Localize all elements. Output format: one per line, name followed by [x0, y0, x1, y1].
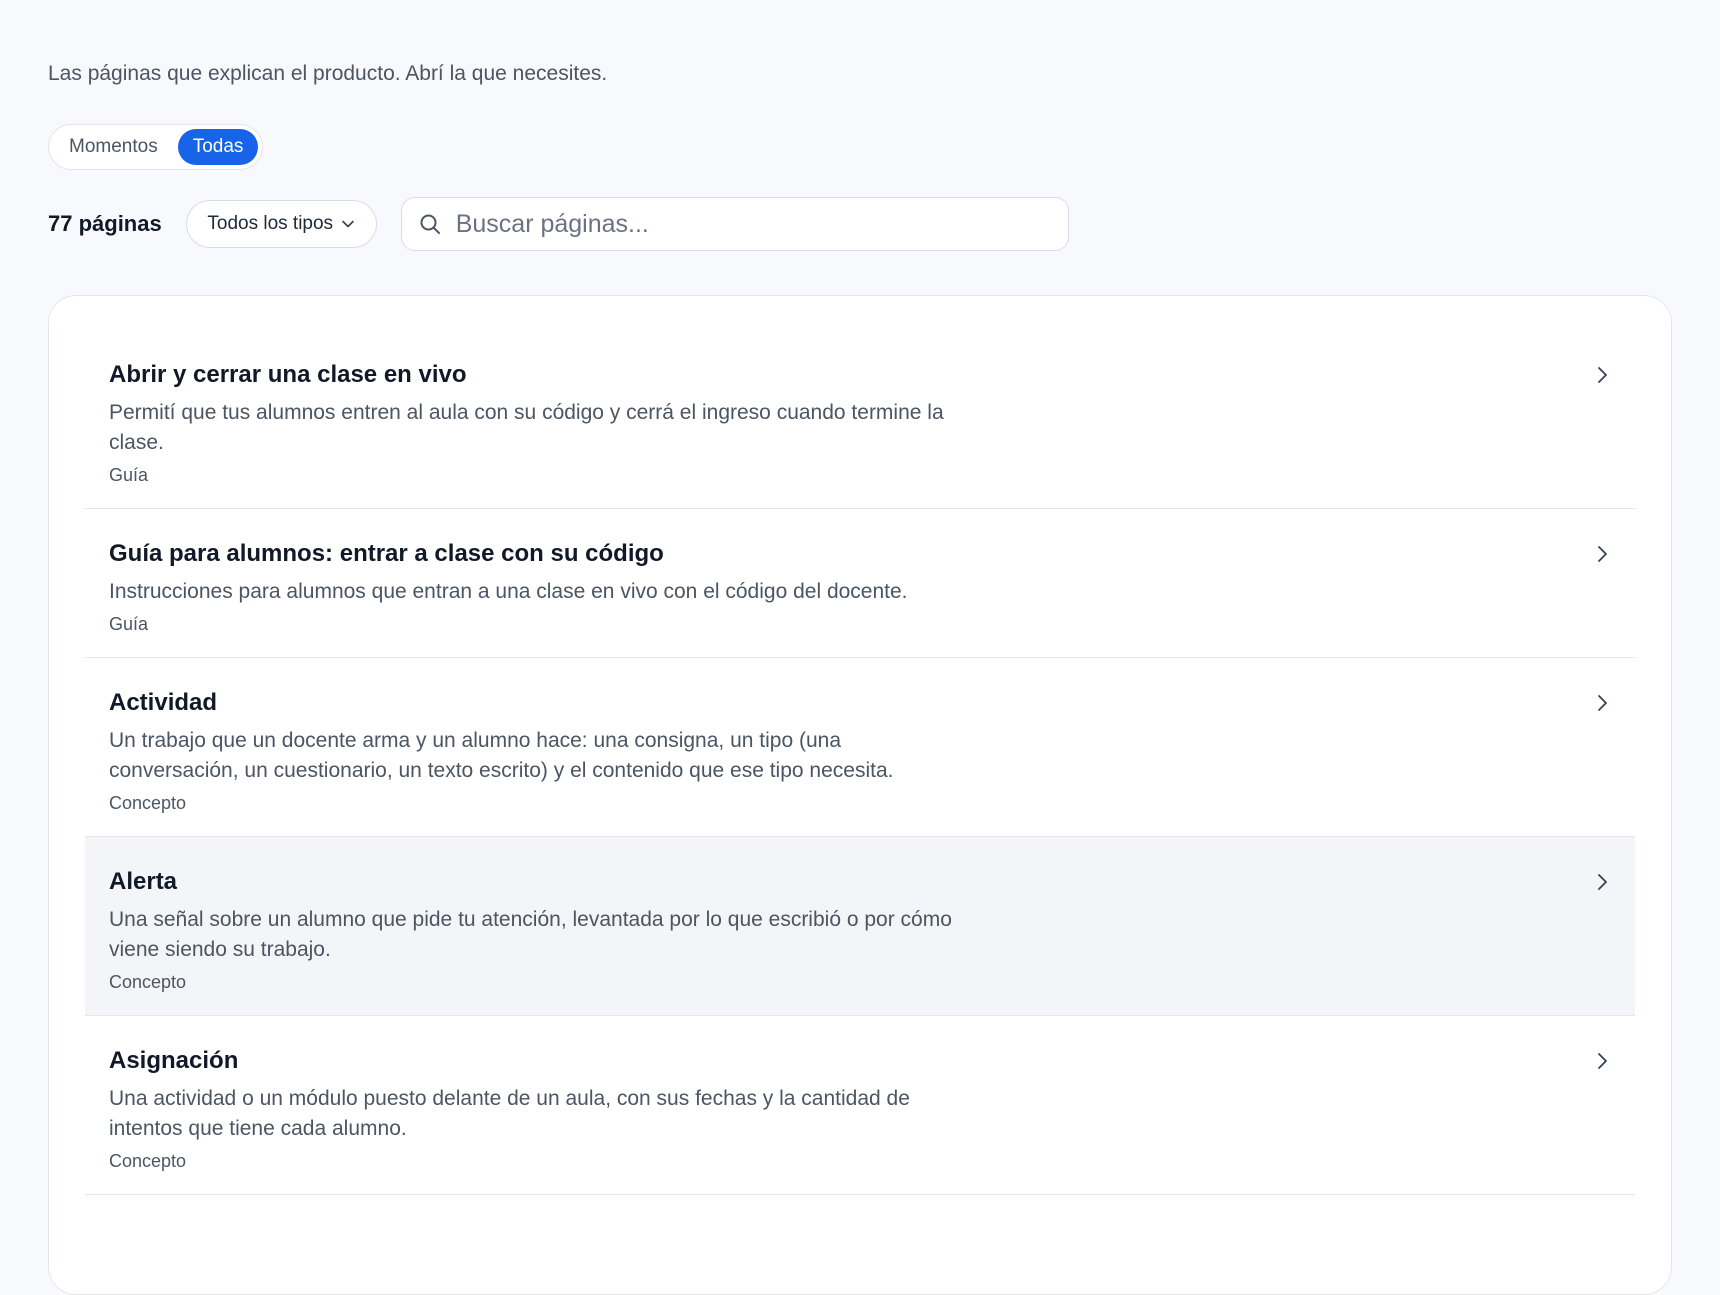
page-type: Concepto: [109, 1151, 187, 1171]
intro-text: Las páginas que explican el producto. Ab…: [48, 62, 608, 85]
page-title: Actividad: [109, 689, 218, 716]
page-type: Concepto: [109, 793, 187, 813]
chevron-right-icon: [1595, 366, 1609, 384]
list-item[interactable]: Abrir y cerrar una clase en vivo Permití…: [85, 330, 1635, 509]
toggle-todas[interactable]: Todas: [177, 129, 259, 165]
list-item[interactable]: Actividad Un trabajo que un docente arma…: [85, 658, 1635, 837]
page-description: Un trabajo que un docente arma y un alum…: [109, 729, 894, 782]
list-item[interactable]: Alerta Una señal sobre un alumno que pid…: [85, 837, 1635, 1016]
page-count: 77 páginas: [48, 211, 162, 236]
view-toggle: Momentos Todas: [48, 124, 264, 170]
page-description: Una señal sobre un alumno que pide tu at…: [109, 908, 952, 961]
list-item[interactable]: Guía para alumnos: entrar a clase con su…: [85, 509, 1635, 658]
page-title: Alerta: [109, 868, 178, 895]
chevron-right-icon: [1595, 873, 1609, 891]
page-description: Permití que tus alumnos entren al aula c…: [109, 401, 944, 454]
page-description: Una actividad o un módulo puesto delante…: [109, 1087, 910, 1140]
pages-list: Abrir y cerrar una clase en vivo Permití…: [48, 295, 1672, 1295]
list-item[interactable]: Asignación Una actividad o un módulo pue…: [85, 1016, 1635, 1195]
chevron-right-icon: [1595, 1052, 1609, 1070]
filter-bar: 77 páginas Todos los tipos: [48, 197, 1069, 251]
chevron-right-icon: [1595, 694, 1609, 712]
chevron-down-icon: [341, 217, 355, 231]
toggle-momentos[interactable]: Momentos: [53, 129, 174, 165]
chevron-right-icon: [1595, 545, 1609, 563]
page-title: Abrir y cerrar una clase en vivo: [109, 361, 467, 388]
page-title: Asignación: [109, 1047, 239, 1074]
page-type: Guía: [109, 614, 149, 634]
search-icon: [418, 212, 442, 236]
search-input[interactable]: [453, 208, 1052, 240]
page-type: Concepto: [109, 972, 187, 992]
type-filter-label: Todos los tipos: [207, 213, 334, 234]
page-description: Instrucciones para alumnos que entran a …: [109, 580, 908, 603]
type-filter-select[interactable]: Todos los tipos: [185, 200, 377, 248]
page-type: Guía: [109, 465, 149, 485]
page-title: Guía para alumnos: entrar a clase con su…: [109, 540, 664, 567]
search-box: [400, 197, 1069, 251]
